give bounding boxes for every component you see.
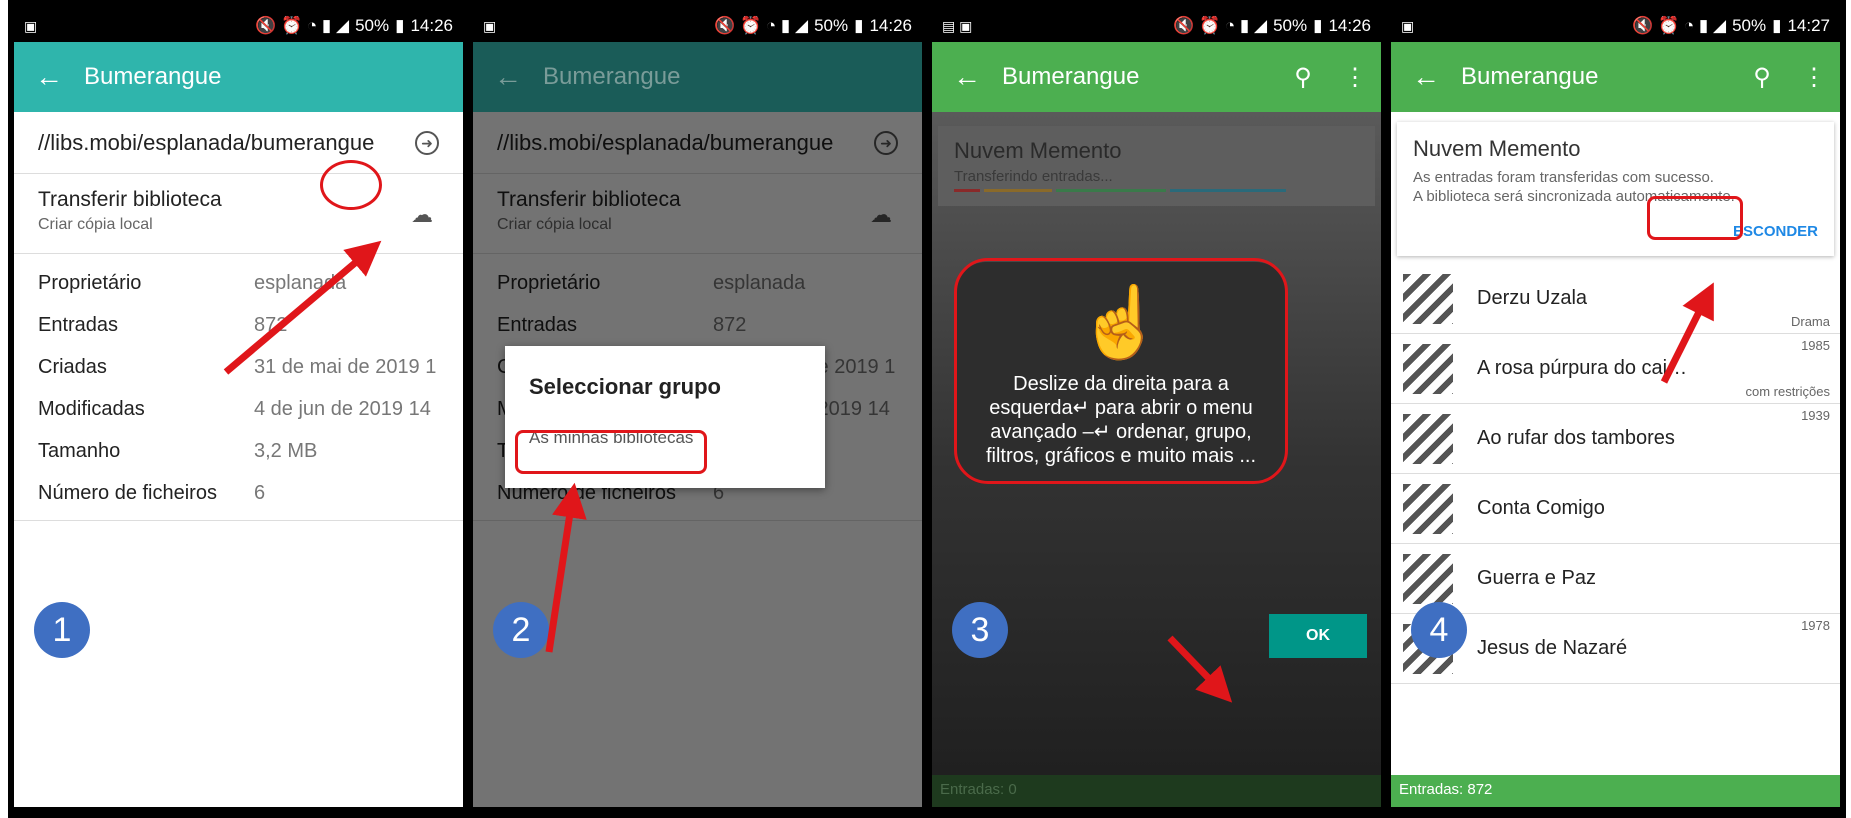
more-vert-icon[interactable]: ⋮ [1788,63,1840,92]
dimmed-content: Nuvem Memento Transferindo entradas... ☝… [932,112,1381,807]
battery-icon: ▮ [1313,16,1323,35]
card-line-2: A biblioteca será sincronizada automatic… [1413,188,1735,205]
progress-segment [1056,189,1166,192]
back-arrow-icon: ← [494,61,522,92]
list-item[interactable]: A rosa púrpura do cai… 1985 com restriçõ… [1391,334,1840,404]
status-icons: 🔇 ⏰ ◔ ▮ ◢ [1632,16,1727,35]
status-bar: ▣ 🔇 ⏰ ◔ ▮ ◢ 50% ▮ 14:26 [473,10,922,42]
property-row: Criadas31 de mai de 2019 1 [38,355,437,378]
search-icon[interactable]: ⚲ [1736,63,1788,92]
app-bar: ← Bumerangue ⚲ ⋮ [1391,42,1840,112]
back-arrow-icon[interactable]: ← [14,61,84,93]
entry-thumbnail [1403,343,1453,394]
back-arrow-icon[interactable]: ← [932,61,1002,93]
status-icons: 🔇 ⏰ ◔ ▮ ◢ [714,16,809,35]
step-badge: 3 [952,602,1008,658]
entry-thumbnail [1403,273,1453,324]
image-notification-icon: ▣ [1401,17,1415,34]
go-arrow-icon[interactable]: ➜ [415,130,439,155]
battery-icon: ▮ [395,16,405,35]
phone-panel-4: ▣ 🔇 ⏰ ◔ ▮ ◢ 50% ▮ 14:27 ← Bumerangue ⚲ ⋮… [1385,0,1846,818]
card-title: Nuvem Memento [954,138,1122,163]
battery-level: 50% [355,16,390,35]
image-notification-icon: ▣ [24,17,38,34]
more-vert-icon[interactable]: ⋮ [1329,63,1381,92]
property-row: Proprietárioesplanada [38,271,347,294]
phone-panel-3: ▤ ▣ 🔇 ⏰ ◔ ▮ ◢ 50% ▮ 14:26 ← Bumerangue ⚲… [926,0,1387,818]
property-row: Entradas872 [38,313,288,336]
library-properties: Proprietárioesplanada Entradas872 Criada… [14,254,463,514]
highlight-tip-annotation [954,258,1288,484]
status-icons: 🔇 ⏰ ◔ ▮ ◢ [1173,16,1268,35]
image-notification-icon: ▣ [483,17,497,34]
app-notification-icon: ▤ ▣ [942,17,973,34]
transfer-library-row[interactable]: Transferir biblioteca Criar cópia local … [14,174,463,254]
card-line-1: As entradas foram transferidas com suces… [1413,169,1714,186]
list-item[interactable]: Guerra e Paz [1391,544,1840,614]
tutorial-strip: ▣ 🔇 ⏰ ◔ ▮ ◢ 50% ▮ 14:26 ← Bumerangue //l… [0,0,1851,818]
battery-level: 50% [1273,16,1308,35]
property-row: Número de ficheiros6 [38,481,266,504]
screen-1: ▣ 🔇 ⏰ ◔ ▮ ◢ 50% ▮ 14:26 ← Bumerangue //l… [14,10,463,807]
list-item[interactable]: Conta Comigo [1391,474,1840,544]
progress-segment [984,189,1052,192]
progress-segment [954,189,980,192]
status-bar: ▣ 🔇 ⏰ ◔ ▮ ◢ 50% ▮ 14:26 [14,10,463,42]
entries-footer: Entradas: 0 [932,775,1381,807]
battery-icon: ▮ [854,16,864,35]
app-title: Bumerangue [1002,63,1140,90]
status-bar: ▤ ▣ 🔇 ⏰ ◔ ▮ ◢ 50% ▮ 14:26 [932,10,1381,42]
transfer-subtitle: Criar cópia local [38,216,153,233]
step-badge: 2 [493,602,549,658]
progress-segment [1170,189,1286,192]
clock: 14:26 [410,16,453,35]
search-icon[interactable]: ⚲ [1277,63,1329,92]
step-badge: 1 [34,602,90,658]
entry-thumbnail [1403,483,1453,534]
dialog-title: Seleccionar grupo [529,374,721,399]
phone-panel-2: ▣ 🔇 ⏰ ◔ ▮ ◢ 50% ▮ 14:26 ← Bumerangue //l… [467,0,928,818]
battery-level: 50% [1732,16,1767,35]
cloud-success-card: Nuvem Memento As entradas foram transfer… [1397,122,1834,256]
entry-thumbnail [1403,553,1453,604]
battery-level: 50% [814,16,849,35]
library-url-input[interactable]: //libs.mobi/esplanada/bumerangue [38,130,374,156]
hide-button[interactable]: ESCONDER [1733,223,1818,240]
highlight-hide-annotation [1647,196,1743,240]
divider [14,520,463,521]
app-bar: ← Bumerangue [14,42,463,112]
app-bar: ← Bumerangue [473,42,922,112]
card-title: Nuvem Memento [1413,136,1581,161]
screen-3: ▤ ▣ 🔇 ⏰ ◔ ▮ ◢ 50% ▮ 14:26 ← Bumerangue ⚲… [932,10,1381,807]
highlight-cloud-annotation [320,160,382,210]
step-badge: 4 [1411,602,1467,658]
app-bar: ← Bumerangue ⚲ ⋮ [932,42,1381,112]
status-bar: ▣ 🔇 ⏰ ◔ ▮ ◢ 50% ▮ 14:27 [1391,10,1840,42]
clock: 14:27 [1787,16,1830,35]
property-row: Modificadas4 de jun de 2019 14 [38,397,431,420]
screen-4: ▣ 🔇 ⏰ ◔ ▮ ◢ 50% ▮ 14:27 ← Bumerangue ⚲ ⋮… [1391,10,1840,807]
list-item[interactable]: Derzu Uzala Drama [1391,264,1840,334]
highlight-option-annotation [515,430,707,474]
screen-2: ▣ 🔇 ⏰ ◔ ▮ ◢ 50% ▮ 14:26 ← Bumerangue //l… [473,10,922,807]
ok-button[interactable]: OK [1269,614,1367,658]
list-item[interactable]: Ao rufar dos tambores 1939 [1391,404,1840,474]
phone-panel-1: ▣ 🔇 ⏰ ◔ ▮ ◢ 50% ▮ 14:26 ← Bumerangue //l… [8,0,469,818]
entry-thumbnail [1403,413,1453,464]
status-icons: 🔇 ⏰ ◔ ▮ ◢ [255,16,350,35]
clock: 14:26 [869,16,912,35]
card-subtitle: Transferindo entradas... [954,168,1113,185]
back-arrow-icon[interactable]: ← [1391,61,1461,93]
cloud-transfer-card: Nuvem Memento Transferindo entradas... [938,126,1375,206]
app-title: Bumerangue [84,63,222,90]
cloud-download-icon[interactable]: ☁ [411,202,433,228]
app-title: Bumerangue [1461,63,1599,90]
battery-icon: ▮ [1772,16,1782,35]
url-input-row: //libs.mobi/esplanada/bumerangue ➜ [14,112,463,174]
property-row: Tamanho3,2 MB [38,439,318,462]
entries-footer: Entradas: 872 [1391,775,1840,807]
clock: 14:26 [1328,16,1371,35]
app-title: Bumerangue [543,63,681,90]
